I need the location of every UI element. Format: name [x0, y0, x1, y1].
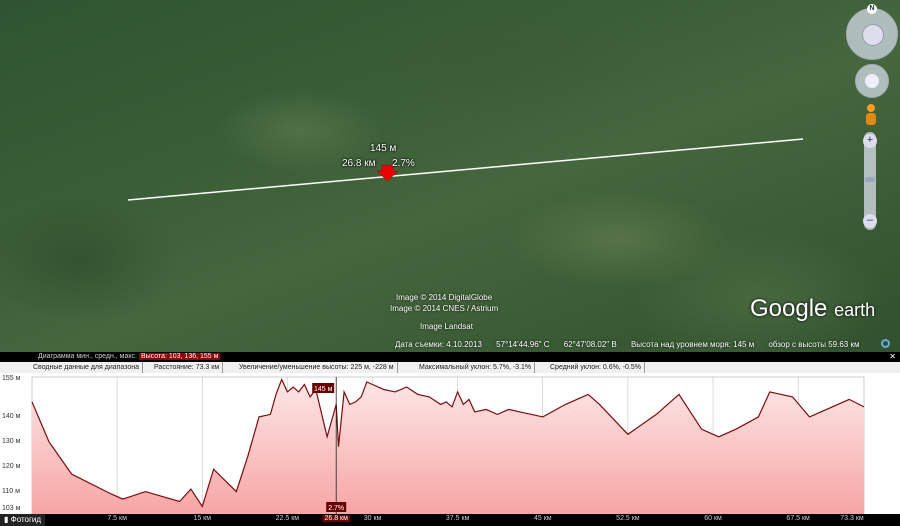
move-control[interactable] [855, 64, 889, 98]
x-tick-label: 60 км [704, 515, 722, 522]
cursor-height-label: 145 м [314, 386, 333, 393]
x-tick-label: 7.5 км [107, 515, 127, 522]
look-control[interactable]: N [846, 4, 898, 60]
x-tick-label: 22.5 км [275, 515, 300, 522]
end-distance-label: 73.3 км [840, 515, 864, 522]
y-tick-label: 110 м [2, 487, 20, 495]
max-slope-stat[interactable]: Максимальный уклон: 5.7%, -3.1% [416, 362, 536, 373]
imagery-credit-2: Image © 2014 CNES / Astrium [390, 304, 499, 313]
x-tick-label: 30 км [363, 515, 382, 522]
eye-altitude: обзор с высоты 59.63 км [768, 340, 860, 349]
y-tick-label: 155 м [2, 375, 21, 383]
google-earth-logo: Google earth [750, 295, 876, 322]
x-tick-label: 52.5 км [616, 515, 640, 522]
y-tick-label: 120 м [2, 462, 21, 470]
y-tick-label: 103 м [2, 505, 21, 513]
latitude: 57°14'44.96" С [496, 340, 550, 349]
marker-slope-label: 2.7% [392, 158, 415, 169]
longitude: 62°47'08.02" В [563, 340, 617, 349]
profile-footer: ▮ Фотогид 7.5 км 15 км 22.5 км 30 км 37.5 км… [0, 514, 900, 526]
y-tick-label: 140 м [2, 412, 21, 420]
range-summary: Сводные данные для диапазона Расстояние:… [0, 362, 900, 373]
imagery-date: Дата съемки: 4.10.2013 [395, 340, 482, 349]
summary-label: Сводные данные для диапазона [30, 362, 144, 373]
photo-guide-button[interactable]: ▮ Фотогид [0, 514, 46, 526]
avg-slope-stat[interactable]: Средний уклон: 0.6%, -0.5% [547, 362, 645, 373]
zoom-out-button[interactable]: – [863, 214, 877, 228]
eye-icon[interactable] [862, 24, 884, 46]
hand-icon[interactable] [865, 74, 879, 88]
cursor-slope-label: 2.7% [328, 505, 344, 512]
elevation-chart[interactable]: 145 м 2.7% [0, 375, 900, 514]
x-tick-label: 67.5 км [786, 515, 810, 522]
marker-distance-label: 26.8 км [342, 158, 376, 169]
imagery-credit-3: Image Landsat [420, 322, 473, 331]
x-tick-label: 45 км [533, 515, 552, 522]
cursor-distance-label: 26.8 км [322, 515, 350, 522]
compass-north-icon[interactable]: N [867, 4, 877, 14]
x-tick-label: 15 км [193, 515, 212, 522]
elevation: Высота над уровнем моря: 145 м [630, 340, 755, 349]
distance-stat[interactable]: Расстояние: 73.3 км [151, 362, 224, 373]
y-tick-label: 130 м [2, 437, 21, 445]
zoom-slider[interactable]: + – [863, 132, 877, 230]
map-view[interactable]: 145 м 26.8 км 2.7% Image © 2014 DigitalG… [0, 0, 900, 352]
height-stat-badge[interactable]: Высота: 103, 136, 155 м [138, 353, 221, 360]
imagery-credit-1: Image © 2014 DigitalGlobe [396, 293, 493, 302]
street-view-pegman-icon[interactable] [865, 104, 877, 126]
zoom-in-button[interactable]: + [863, 134, 877, 148]
diagram-label: Диаграмма мин., средн., макс. [38, 353, 137, 360]
status-bar: Дата съемки: 4.10.2013 57°14'44.96" С 62… [395, 340, 871, 349]
zoom-thumb[interactable] [865, 177, 875, 182]
profile-header: Диаграмма мин., средн., макс. Высота: 10… [0, 352, 900, 362]
streaming-indicator-icon [881, 339, 890, 348]
gain-loss-stat[interactable]: Увеличение/уменьшение высоты: 225 м, -22… [236, 362, 398, 373]
marker-height-label: 145 м [370, 143, 397, 154]
elevation-profile-panel: Диаграмма мин., средн., макс. Высота: 10… [0, 352, 900, 526]
close-icon[interactable]: ✕ [889, 352, 896, 362]
x-tick-label: 37.5 км [445, 515, 470, 522]
